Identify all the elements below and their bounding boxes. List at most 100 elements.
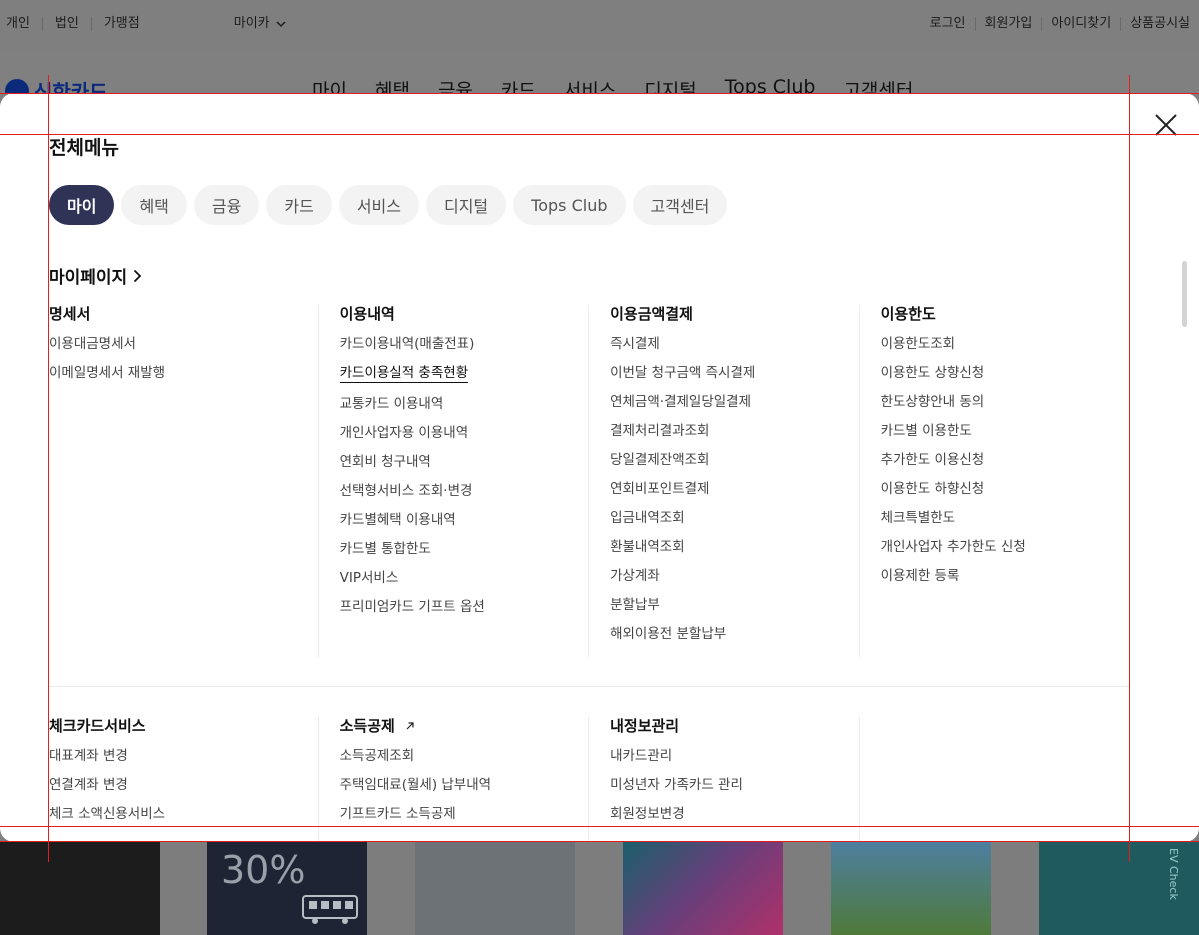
menu-link[interactable]: VIP서비스 [340, 570, 588, 586]
card-tile[interactable]: EV Check [1039, 842, 1199, 935]
scrollbar-thumb[interactable] [1182, 261, 1187, 327]
menu-link-hovered[interactable]: 카드이용실적 충족현황 [339, 365, 469, 383]
guide-line [0, 841, 1199, 842]
menu-column: 체크카드서비스 대표계좌 변경 연결계좌 변경 체크 소액신용서비스 [49, 717, 319, 842]
column-heading[interactable]: 체크카드서비스 [49, 717, 318, 735]
menu-column-empty [860, 717, 1130, 842]
tab-card[interactable]: 카드 [266, 185, 332, 225]
column-heading[interactable]: 이용금액결제 [610, 305, 858, 323]
menu-link[interactable]: 해외이용전 분할납부 [610, 626, 858, 642]
nav-corporate[interactable]: 법인 [41, 17, 91, 31]
modal-title: 전체메뉴 [49, 137, 119, 159]
gnb-item[interactable]: 혜택 [375, 76, 410, 94]
menu-link[interactable]: 기프트카드 소득공제 [340, 806, 588, 822]
menu-link[interactable]: 체크특별한도 [881, 510, 1130, 526]
menu-link[interactable]: 주택임대료(월세) 납부내역 [340, 777, 588, 793]
tab-service[interactable]: 서비스 [338, 185, 419, 225]
account-links: 로그인 회원가입 아이디찾기 상품공시실 [921, 17, 1199, 31]
product-disclosure-link[interactable]: 상품공시실 [1120, 17, 1199, 31]
tab-digital[interactable]: 디지털 [425, 185, 507, 225]
section-mypage-link[interactable]: 마이페이지 [49, 263, 142, 288]
brand-logo[interactable]: 신한카드 [5, 76, 108, 94]
column-heading[interactable]: 내정보관리 [610, 717, 858, 735]
tab-benefit[interactable]: 혜택 [121, 185, 187, 225]
menu-column: 이용내역 카드이용내역(매출전표) 카드이용실적 충족현황 교통카드 이용내역 … [319, 305, 590, 657]
gnb-item[interactable]: 금융 [438, 76, 473, 94]
gnb-item[interactable]: 서비스 [564, 76, 616, 94]
column-heading[interactable]: 명세서 [49, 305, 318, 323]
tab-customer-center[interactable]: 고객센터 [632, 185, 728, 225]
menu-group-2: 체크카드서비스 대표계좌 변경 연결계좌 변경 체크 소액신용서비스 소득공제 … [49, 717, 1130, 842]
column-heading[interactable]: 이용한도 [881, 305, 1130, 323]
card-label: EV Check [1167, 848, 1180, 900]
gnb-item[interactable]: 마이 [312, 76, 347, 94]
full-menu-modal: 전체메뉴 마이 혜택 금융 카드 서비스 디지털 Tops Club 고객센터 … [0, 93, 1199, 842]
menu-link[interactable]: 이용제한 등록 [881, 568, 1130, 584]
menu-link[interactable]: 한도상향안내 동의 [881, 394, 1130, 410]
menu-link[interactable]: 연체금액·결제일당일결제 [610, 394, 858, 410]
gnb-item[interactable]: Tops Club [725, 76, 816, 94]
card-tile[interactable] [623, 842, 783, 935]
card-tile[interactable]: 30% [207, 842, 367, 935]
menu-link[interactable]: 환불내역조회 [610, 539, 858, 555]
signup-link[interactable]: 회원가입 [974, 17, 1042, 31]
menu-link[interactable]: 이용한도조회 [881, 336, 1130, 352]
menu-link[interactable]: 내카드관리 [610, 748, 858, 764]
tab-tops-club[interactable]: Tops Club [513, 185, 626, 225]
customer-type-nav: 개인 법인 가맹점 마이카 [6, 17, 298, 31]
menu-link[interactable]: 당일결제잔액조회 [610, 452, 858, 468]
section-title: 마이페이지 [49, 268, 128, 288]
menu-link[interactable]: 카드별 통합한도 [340, 541, 588, 557]
gnb-item[interactable]: 디지털 [644, 76, 696, 94]
nav-merchant[interactable]: 가맹점 [90, 17, 152, 31]
menu-link[interactable]: 연결계좌 변경 [49, 777, 318, 793]
menu-link[interactable]: 분할납부 [610, 597, 858, 613]
gnb-item[interactable]: 고객센터 [843, 76, 913, 94]
menu-link[interactable]: 회원정보변경 [610, 806, 858, 822]
chevron-down-icon [276, 20, 286, 27]
mycar-dropdown[interactable]: 마이카 [222, 17, 298, 31]
menu-link[interactable]: 가상계좌 [610, 568, 858, 584]
menu-link[interactable]: 추가한도 이용신청 [881, 452, 1130, 468]
card-tile[interactable] [415, 842, 575, 935]
menu-column: 명세서 이용대금명세서 이메일명세서 재발행 [49, 305, 319, 657]
menu-link[interactable]: 이메일명세서 재발행 [49, 365, 318, 381]
menu-link[interactable]: 미성년자 가족카드 관리 [610, 777, 858, 793]
menu-link[interactable]: 카드별혜택 이용내역 [340, 512, 588, 528]
menu-link[interactable]: 이용대금명세서 [49, 336, 318, 352]
nav-personal[interactable]: 개인 [6, 17, 42, 31]
menu-link[interactable]: 개인사업자용 이용내역 [340, 425, 588, 441]
menu-link[interactable]: 즉시결제 [610, 336, 858, 352]
mycar-label: 마이카 [233, 16, 270, 31]
logo-mark-icon [5, 78, 29, 94]
tab-my[interactable]: 마이 [49, 185, 115, 225]
menu-link[interactable]: 카드이용내역(매출전표) [340, 336, 588, 352]
menu-link[interactable]: 대표계좌 변경 [49, 748, 318, 764]
menu-link[interactable]: 소득공제조회 [340, 748, 588, 764]
login-link[interactable]: 로그인 [921, 17, 975, 31]
card-tile[interactable] [831, 842, 991, 935]
menu-link[interactable]: 개인사업자 추가한도 신청 [881, 539, 1130, 555]
find-id-link[interactable]: 아이디찾기 [1041, 17, 1120, 31]
menu-link[interactable]: 연회비포인트결제 [610, 481, 858, 497]
menu-group-1: 명세서 이용대금명세서 이메일명세서 재발행 이용내역 카드이용내역(매출전표)… [49, 305, 1130, 657]
column-heading-external[interactable]: 소득공제 [340, 717, 588, 735]
menu-link[interactable]: 연회비 청구내역 [340, 454, 588, 470]
menu-link[interactable]: 선택형서비스 조회·변경 [340, 483, 588, 499]
bus-icon [302, 895, 358, 924]
menu-link[interactable]: 이용한도 하향신청 [881, 481, 1130, 497]
gnb-item[interactable]: 카드 [501, 76, 536, 94]
menu-link[interactable]: 결제처리결과조회 [610, 423, 858, 439]
menu-link[interactable]: 카드별 이용한도 [881, 423, 1130, 439]
card-tile[interactable] [0, 842, 160, 935]
menu-link[interactable]: 교통카드 이용내역 [340, 396, 588, 412]
menu-link[interactable]: 이용한도 상향신청 [881, 365, 1130, 381]
menu-link[interactable]: 체크 소액신용서비스 [49, 806, 318, 822]
menu-link[interactable]: 입금내역조회 [610, 510, 858, 526]
menu-link[interactable]: 이번달 청구금액 즉시결제 [610, 365, 858, 381]
menu-link[interactable]: 프리미엄카드 기프트 옵션 [340, 599, 588, 615]
guide-line [1129, 75, 1130, 862]
tab-finance[interactable]: 금융 [193, 185, 260, 225]
guide-line [0, 93, 1199, 94]
column-heading[interactable]: 이용내역 [340, 305, 588, 323]
